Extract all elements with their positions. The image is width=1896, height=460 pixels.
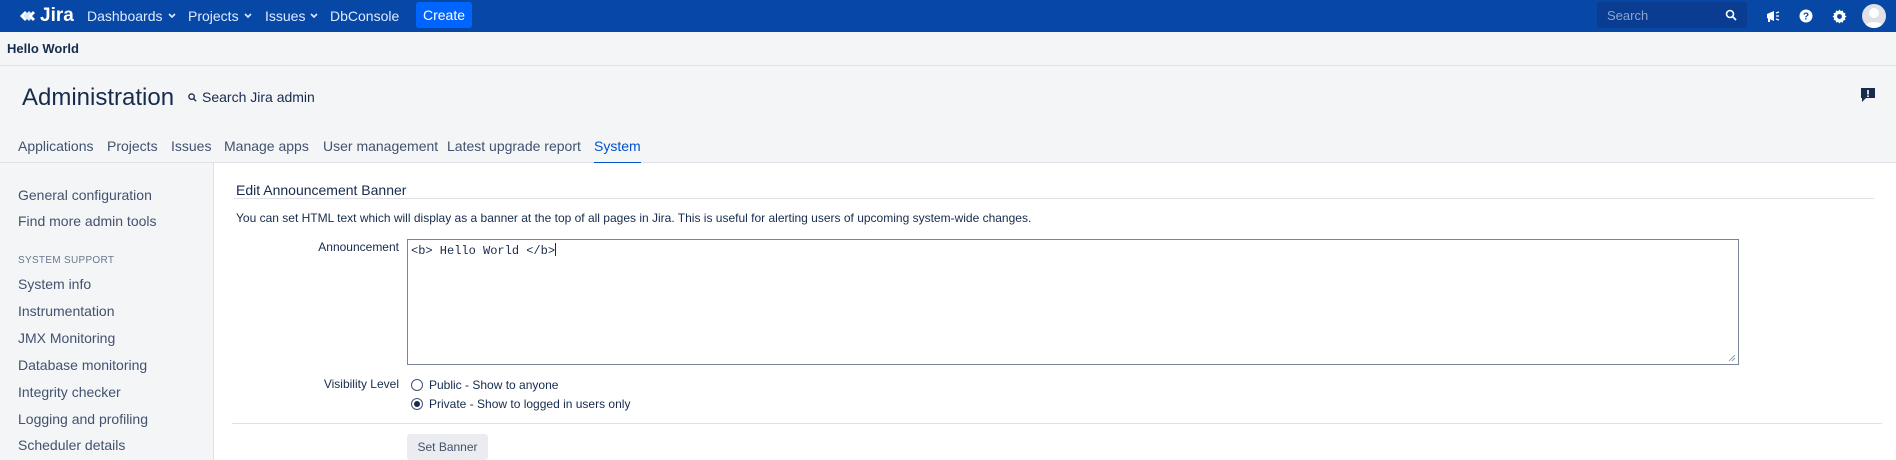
announcement-banner-text: Hello World [7, 41, 79, 56]
tab-applications[interactable]: Applications [18, 138, 94, 154]
section-title: Edit Announcement Banner [236, 182, 407, 198]
visibility-option-private[interactable]: Private - Show to logged in users only [411, 397, 630, 411]
announcement-textarea[interactable]: <b> Hello World </b> [407, 239, 1739, 365]
search-icon [1725, 9, 1737, 21]
main-content: Edit Announcement Banner You can set HTM… [214, 163, 1896, 460]
nav-dbconsole-label: DbConsole [330, 8, 400, 24]
announcement-label: Announcement [318, 240, 399, 254]
feedback-icon[interactable] [1860, 87, 1876, 103]
tab-system[interactable]: System [594, 138, 641, 164]
chevron-down-icon [310, 13, 319, 19]
resize-handle-icon[interactable] [1728, 354, 1736, 362]
sidebar-item-scheduler-details[interactable]: Scheduler details [18, 437, 125, 453]
jira-logo-icon [20, 11, 35, 21]
nav-dashboards[interactable]: Dashboards [87, 0, 176, 32]
sidebar-item-database-monitoring[interactable]: Database monitoring [18, 357, 147, 373]
sidebar-item-system-info[interactable]: System info [18, 276, 91, 292]
admin-tabs: Applications Projects Issues Manage apps… [0, 132, 1896, 164]
search-placeholder: Search [1607, 7, 1649, 23]
tab-manage-apps[interactable]: Manage apps [224, 138, 309, 154]
sidebar-item-logging-and-profiling[interactable]: Logging and profiling [18, 411, 148, 427]
sidebar-item-find-more-admin-tools[interactable]: Find more admin tools [18, 213, 157, 229]
nav-projects[interactable]: Projects [188, 0, 252, 32]
tab-issues[interactable]: Issues [171, 138, 211, 154]
sidebar-item-instrumentation[interactable]: Instrumentation [18, 303, 115, 319]
create-button[interactable]: Create [416, 2, 472, 28]
nav-dbconsole[interactable]: DbConsole [330, 0, 399, 32]
top-navigation-bar: Jira Dashboards Projects Issues DbConsol… [0, 0, 1896, 32]
visibility-option-public-label: Public - Show to anyone [429, 378, 559, 392]
user-avatar-icon [1864, 8, 1884, 28]
admin-search-link[interactable]: Search Jira admin [188, 89, 315, 105]
sidebar-item-integrity-checker[interactable]: Integrity checker [18, 384, 121, 400]
search-input[interactable]: Search [1597, 2, 1747, 28]
chevron-down-icon [244, 13, 252, 19]
divider [234, 198, 1874, 199]
search-icon [188, 92, 197, 102]
announcement-value: <b> Hello World </b> [411, 244, 556, 258]
nav-issues[interactable]: Issues [265, 0, 319, 32]
radio-public[interactable] [411, 379, 423, 391]
text-cursor [555, 243, 557, 256]
visibility-level-label: Visibility Level [323, 377, 399, 391]
admin-sidebar: General configuration Find more admin to… [0, 163, 214, 460]
tab-latest-upgrade-report[interactable]: Latest upgrade report [447, 138, 581, 154]
svg-text:?: ? [1803, 12, 1809, 23]
visibility-option-private-label: Private - Show to logged in users only [429, 397, 631, 411]
radio-private[interactable] [411, 398, 423, 410]
tab-projects[interactable]: Projects [107, 138, 158, 154]
nav-projects-label: Projects [188, 8, 239, 24]
sidebar-section-heading: SYSTEM SUPPORT [18, 255, 115, 266]
sidebar-item-jmx-monitoring[interactable]: JMX Monitoring [18, 330, 115, 346]
avatar[interactable] [1862, 4, 1886, 28]
admin-search-label: Search Jira admin [202, 89, 315, 105]
page-title: Administration [22, 84, 175, 111]
settings-icon[interactable] [1830, 7, 1848, 25]
announcement-banner: Hello World [0, 32, 1896, 66]
nav-dashboards-label: Dashboards [87, 8, 163, 24]
divider [232, 423, 1882, 424]
jira-logo[interactable]: Jira [18, 0, 74, 32]
visibility-option-public[interactable]: Public - Show to anyone [411, 378, 558, 392]
set-banner-button[interactable]: Set Banner [407, 434, 488, 460]
description-text: You can set HTML text which will display… [236, 211, 1032, 225]
megaphone-icon[interactable] [1764, 7, 1782, 25]
help-icon[interactable]: ? [1797, 7, 1815, 25]
sidebar-item-general-configuration[interactable]: General configuration [18, 187, 152, 203]
chevron-down-icon [167, 13, 176, 19]
tab-user-management[interactable]: User management [323, 138, 438, 154]
nav-issues-label: Issues [265, 8, 306, 24]
jira-logo-text: Jira [40, 5, 74, 26]
